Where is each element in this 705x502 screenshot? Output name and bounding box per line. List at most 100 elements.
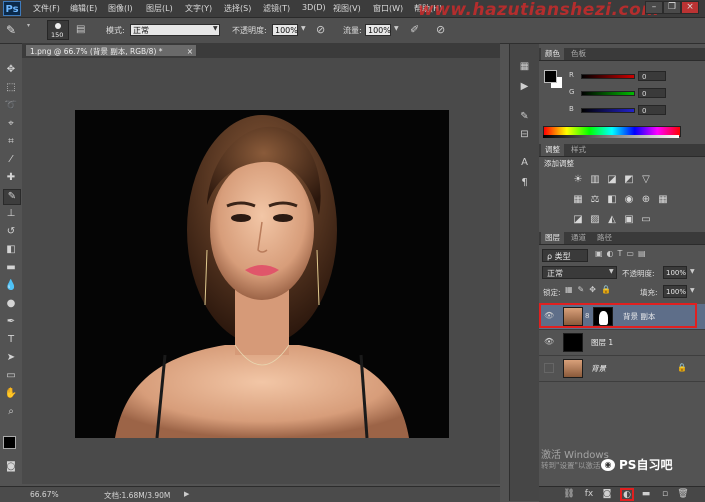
- hand-tool-icon[interactable]: ✋: [3, 387, 19, 401]
- menu-window[interactable]: 窗口(W): [373, 3, 403, 14]
- brush-preset-picker[interactable]: 150: [47, 20, 69, 40]
- tab-paths[interactable]: 路径: [593, 232, 616, 244]
- quick-mask-icon[interactable]: ◙: [3, 460, 19, 474]
- color-foreground-swatch[interactable]: [544, 70, 557, 83]
- new-layer-icon[interactable]: ▫: [659, 489, 671, 500]
- history-panel-icon[interactable]: ▦: [517, 60, 532, 73]
- layer-name[interactable]: 背景: [591, 363, 606, 374]
- menu-layer[interactable]: 图层(L): [146, 3, 173, 14]
- new-adjustment-layer-icon[interactable]: ◐: [620, 488, 634, 501]
- channel-r-value[interactable]: 0: [638, 71, 666, 81]
- menu-file[interactable]: 文件(F): [33, 3, 60, 14]
- grayscale-ramp[interactable]: [543, 135, 679, 138]
- pen-tool-icon[interactable]: ✒: [3, 315, 19, 329]
- gradient-tool-icon[interactable]: ▬: [3, 261, 19, 275]
- layer-filter-icons[interactable]: ▣◐T▭▤: [595, 249, 675, 261]
- layer-name[interactable]: 背景 副本: [623, 311, 655, 322]
- move-tool-icon[interactable]: ✥: [3, 63, 19, 77]
- marquee-tool-icon[interactable]: ⬚: [3, 81, 19, 95]
- pressure-opacity-icon[interactable]: ⊘: [316, 23, 329, 36]
- tab-color[interactable]: 颜色: [541, 48, 564, 60]
- layer-mask-thumbnail[interactable]: [593, 307, 613, 326]
- brush-tool-icon[interactable]: ✎: [3, 189, 21, 205]
- brush-presets-panel-icon[interactable]: ✎: [517, 110, 532, 123]
- zoom-tool-icon[interactable]: ⌕: [3, 405, 19, 419]
- brush-tool-icon[interactable]: ✎: [6, 23, 22, 37]
- curves-icon[interactable]: ◪: [606, 174, 618, 186]
- restore-icon[interactable]: ❐: [663, 1, 681, 14]
- menu-select[interactable]: 选择(S): [224, 3, 251, 14]
- tool-preset-dropdown-icon[interactable]: ▾: [27, 22, 30, 38]
- threshold-icon[interactable]: ◭: [606, 214, 618, 226]
- fill-dropdown-icon[interactable]: ▼: [690, 287, 695, 294]
- history-brush-tool-icon[interactable]: ↺: [3, 225, 19, 239]
- pressure-size-icon[interactable]: ⊘: [436, 23, 449, 36]
- mode-select[interactable]: 正常: [130, 24, 220, 36]
- color-balance-icon[interactable]: ⚖: [589, 194, 601, 206]
- brightness-icon[interactable]: ☀: [572, 174, 584, 186]
- trash-icon[interactable]: 🗑: [677, 489, 689, 500]
- close-tab-icon[interactable]: ×: [187, 45, 193, 58]
- paragraph-panel-icon[interactable]: ¶: [517, 176, 532, 189]
- brush-panel-icon[interactable]: ▤: [76, 24, 88, 36]
- document-image[interactable]: [75, 110, 449, 438]
- layer-row[interactable]: 👁 图层 1: [539, 330, 705, 356]
- selective-color-icon[interactable]: ▣: [623, 214, 635, 226]
- channel-mixer-icon[interactable]: ⊕: [640, 194, 652, 206]
- add-mask-icon[interactable]: ◙: [601, 489, 613, 500]
- menu-edit[interactable]: 编辑(E): [70, 3, 97, 14]
- levels-icon[interactable]: ▥: [589, 174, 601, 186]
- actions-panel-icon[interactable]: ▶: [517, 80, 532, 93]
- layer-row[interactable]: 背景 🔒: [539, 356, 705, 382]
- channel-b-slider[interactable]: [581, 108, 635, 113]
- menu-3d[interactable]: 3D(D): [302, 3, 326, 12]
- tab-swatches[interactable]: 色板: [567, 48, 590, 60]
- visibility-toggle-empty[interactable]: [544, 363, 554, 373]
- menu-image[interactable]: 图像(I): [108, 3, 133, 14]
- invert-icon[interactable]: ◪: [572, 214, 584, 226]
- blur-tool-icon[interactable]: 💧: [3, 279, 19, 293]
- status-menu-arrow-icon[interactable]: ▶: [184, 490, 189, 498]
- visibility-eye-icon[interactable]: 👁: [544, 311, 554, 321]
- document-tab[interactable]: 1.png @ 66.7% (背景 副本, RGB/8) * ×: [25, 44, 197, 57]
- vibrance-icon[interactable]: ▽: [640, 174, 652, 186]
- black-white-icon[interactable]: ◧: [606, 194, 618, 206]
- layer-opacity-input[interactable]: 100%: [663, 266, 687, 279]
- link-layers-icon[interactable]: ⛓: [563, 489, 575, 500]
- opacity-dropdown-icon[interactable]: ▼: [301, 25, 306, 32]
- channel-g-value[interactable]: 0: [638, 88, 666, 98]
- healing-brush-tool-icon[interactable]: ✚: [3, 171, 19, 185]
- menu-type[interactable]: 文字(Y): [185, 3, 212, 14]
- layer-opacity-dropdown-icon[interactable]: ▼: [690, 268, 695, 275]
- rectangle-tool-icon[interactable]: ▭: [3, 369, 19, 383]
- clone-source-panel-icon[interactable]: ⊟: [517, 128, 532, 141]
- fill-input[interactable]: 100%: [663, 285, 687, 298]
- dodge-tool-icon[interactable]: ●: [3, 297, 19, 311]
- color-lookup-icon[interactable]: ▦: [657, 194, 669, 206]
- tab-layers[interactable]: 图层: [541, 232, 564, 244]
- fx-icon[interactable]: fx: [583, 489, 595, 500]
- eraser-tool-icon[interactable]: ◧: [3, 243, 19, 257]
- gradient-map-icon[interactable]: ▭: [640, 214, 652, 226]
- posterize-icon[interactable]: ▨: [589, 214, 601, 226]
- hue-saturation-icon[interactable]: ▦: [572, 194, 584, 206]
- menu-view[interactable]: 视图(V): [333, 3, 361, 14]
- minimize-icon[interactable]: –: [645, 1, 663, 14]
- path-select-tool-icon[interactable]: ➤: [3, 351, 19, 365]
- foreground-color-swatch[interactable]: [3, 436, 16, 449]
- tab-adjustments[interactable]: 调整: [541, 144, 564, 156]
- lock-icons[interactable]: ▦✎✥🔒: [565, 285, 623, 296]
- airbrush-icon[interactable]: ✐: [410, 23, 423, 36]
- zoom-level[interactable]: 66.67%: [30, 490, 59, 499]
- channel-b-value[interactable]: 0: [638, 105, 666, 115]
- quick-select-tool-icon[interactable]: ⌖: [3, 117, 19, 131]
- layer-kind-filter[interactable]: ρ 类型: [542, 249, 588, 262]
- close-window-icon[interactable]: ×: [681, 1, 699, 14]
- layer-name[interactable]: 图层 1: [591, 337, 613, 348]
- character-panel-icon[interactable]: A: [517, 156, 532, 169]
- layer-row[interactable]: 👁 8 背景 副本: [539, 304, 705, 330]
- crop-tool-icon[interactable]: ⌗: [3, 135, 19, 149]
- tab-styles[interactable]: 样式: [567, 144, 590, 156]
- menu-filter[interactable]: 滤镜(T): [263, 3, 290, 14]
- exposure-icon[interactable]: ◩: [623, 174, 635, 186]
